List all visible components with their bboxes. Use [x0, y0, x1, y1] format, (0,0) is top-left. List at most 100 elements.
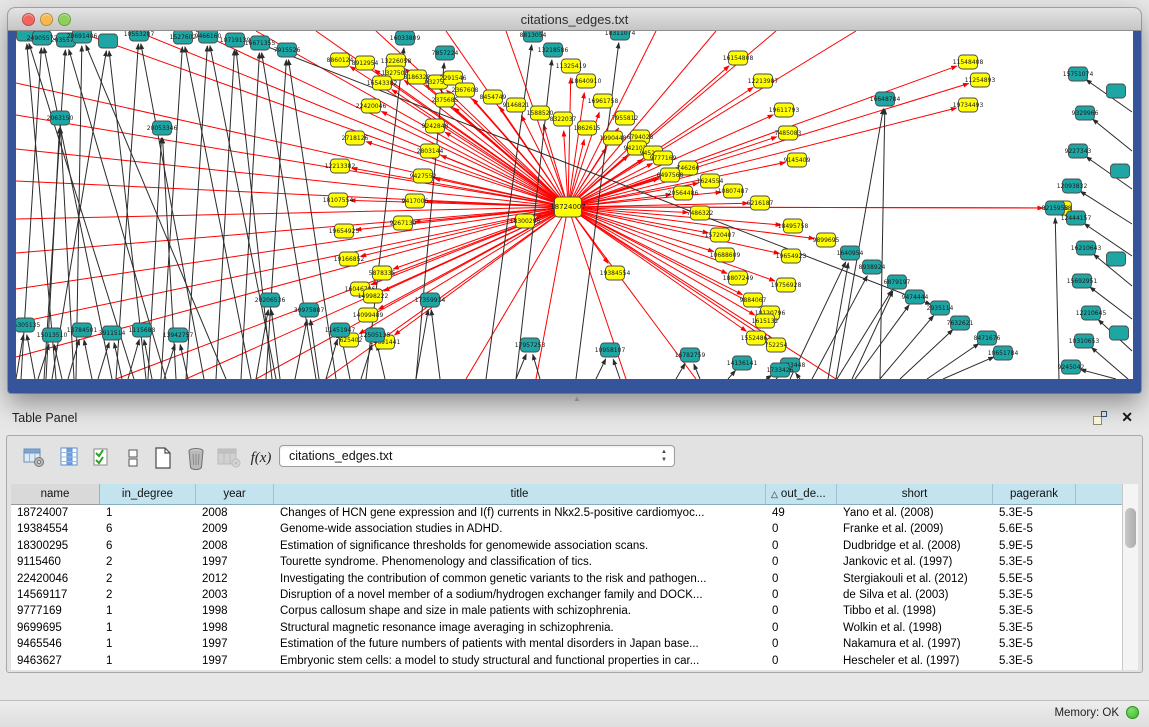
graph-edge[interactable] [900, 330, 953, 379]
graph-node[interactable]: 10553287 [124, 31, 155, 41]
graph-node[interactable]: 18724007 [550, 197, 586, 217]
graph-node[interactable]: 12213987 [748, 74, 779, 88]
graph-node[interactable]: 13218586 [538, 43, 569, 57]
graph-edge[interactable] [943, 357, 994, 379]
graph-node[interactable] [99, 34, 118, 48]
graph-node[interactable]: 8912954 [352, 56, 379, 70]
graph-edge[interactable] [855, 305, 909, 379]
graph-node[interactable]: 16648784 [870, 92, 901, 106]
graph-node[interactable]: 2718126 [342, 131, 369, 145]
graph-node[interactable]: 10958107 [595, 343, 626, 357]
graph-node[interactable]: 3911514 [99, 326, 126, 340]
table-scrollbar[interactable] [1122, 484, 1138, 670]
graph-edge[interactable] [16, 207, 568, 289]
table-row[interactable]: 1830029562008Estimation of significance … [11, 538, 1123, 554]
graph-node[interactable]: 7632621 [947, 316, 974, 330]
graph-node[interactable]: 9417006 [402, 194, 429, 208]
graph-node[interactable] [1107, 252, 1126, 266]
graph-node[interactable]: 11548408 [953, 55, 984, 69]
close-panel-icon[interactable]: ✕ [1121, 409, 1133, 426]
graph-node[interactable]: 20053346 [147, 121, 178, 135]
graph-node[interactable]: 9145409 [784, 153, 811, 167]
graph-edge[interactable] [16, 207, 568, 219]
graph-node[interactable]: 2375685 [432, 93, 459, 107]
graph-node[interactable]: 6879197 [884, 275, 911, 289]
graph-node[interactable]: 14136141 [727, 356, 758, 370]
graph-node[interactable]: 9466160 [195, 31, 222, 43]
table-row[interactable]: 1872400712008Changes of HCN gene express… [11, 505, 1123, 521]
row-height-icon[interactable] [119, 444, 147, 472]
table-row[interactable]: 969969511998Structural magnetic resonanc… [11, 620, 1123, 636]
graph-edge[interactable] [16, 115, 568, 207]
column-header-pagerank[interactable]: pagerank [993, 484, 1076, 505]
graph-node[interactable]: 1624554 [697, 174, 724, 188]
table-row[interactable]: 946554611997Estimation of the future num… [11, 636, 1123, 652]
graph-node[interactable]: 8813054 [520, 31, 547, 42]
graph-edge[interactable] [676, 364, 685, 379]
graph-node[interactable]: 16154808 [723, 51, 754, 65]
graph-node[interactable]: 19756928 [771, 278, 802, 292]
graph-edge[interactable] [431, 310, 440, 379]
graph-node[interactable]: 16210643 [1071, 241, 1102, 255]
table-row[interactable]: 911546021997Tourette syndrome. Phenomeno… [11, 554, 1123, 570]
graph-node[interactable]: 8322037 [550, 112, 577, 126]
delete-table-icon[interactable] [182, 444, 210, 472]
graph-node[interactable]: 5878335 [369, 266, 396, 280]
graph-edge[interactable] [1081, 370, 1116, 379]
graph-edge[interactable] [728, 371, 735, 379]
graph-node[interactable]: 8860124 [327, 53, 354, 67]
column-visibility-icon[interactable] [56, 444, 84, 472]
graph-edge[interactable] [613, 359, 620, 379]
graph-edge[interactable] [880, 316, 934, 379]
graph-edge[interactable] [927, 344, 979, 379]
graph-node[interactable] [1111, 164, 1130, 178]
graph-node[interactable]: 2063150 [47, 111, 74, 125]
graph-node[interactable]: 9427552 [410, 169, 437, 183]
graph-edge[interactable] [828, 263, 848, 379]
graph-node[interactable]: 8938924 [859, 260, 886, 274]
column-select-icon[interactable] [88, 444, 116, 472]
graph-node[interactable]: 7915526 [274, 43, 301, 57]
graph-node[interactable]: 1640954 [837, 246, 864, 260]
graph-node[interactable]: 15692951 [1067, 274, 1098, 288]
graph-edge[interactable] [536, 207, 568, 379]
column-header-out_de[interactable]: △out_de... [766, 484, 837, 505]
table-row[interactable]: 2242004622012Investigating the contribut… [11, 571, 1123, 587]
graph-node[interactable]: 15720407 [705, 228, 736, 242]
graph-node[interactable]: 10688609 [710, 248, 741, 262]
graph-edge[interactable] [84, 340, 92, 379]
graph-node[interactable]: 9884067 [740, 293, 767, 307]
function-builder-icon[interactable]: f(x) [247, 444, 275, 472]
graph-edge[interactable] [361, 207, 568, 256]
table-select-dropdown[interactable]: citations_edges.txt ▲▼ [279, 445, 675, 467]
graph-edge[interactable] [377, 345, 385, 379]
graph-edge[interactable] [568, 207, 1043, 208]
graph-edge[interactable] [1093, 119, 1132, 151]
graph-node[interactable]: 9474444 [902, 290, 929, 304]
graph-edge[interactable] [148, 138, 161, 379]
graph-node[interactable]: 19734493 [953, 98, 984, 112]
graph-node[interactable]: 17359934 [415, 293, 446, 307]
graph-edge[interactable] [836, 109, 883, 379]
graph-node[interactable]: 1733426 [767, 363, 794, 377]
graph-edge[interactable] [1055, 218, 1059, 379]
graph-node[interactable]: 7486322 [687, 206, 714, 220]
graph-node[interactable]: 9146821 [503, 98, 530, 112]
graph-node[interactable]: 9329966 [1072, 106, 1099, 120]
graph-node[interactable]: 18807249 [723, 271, 754, 285]
graph-node[interactable]: 11254893 [965, 73, 996, 87]
graph-node[interactable]: 10807487 [718, 184, 749, 198]
network-canvas[interactable]: 1872400788601248912954132260581327508165… [16, 31, 1133, 379]
graph-node[interactable]: 15751074 [1063, 67, 1094, 81]
graph-node[interactable]: 6497568 [657, 168, 684, 182]
graph-node[interactable]: 9227343 [1065, 144, 1092, 158]
graph-node[interactable]: 1115688 [129, 323, 156, 337]
graph-edge[interactable] [395, 207, 568, 335]
graph-node[interactable]: 16782759 [675, 348, 706, 362]
graph-edge[interactable] [416, 310, 428, 379]
column-header-short[interactable]: short [837, 484, 993, 505]
graph-node[interactable]: 1527602 [170, 31, 197, 44]
graph-node[interactable]: 2935114 [927, 301, 954, 315]
graph-node[interactable]: 18107554 [323, 193, 354, 207]
graph-node[interactable]: 6216187 [747, 196, 774, 210]
